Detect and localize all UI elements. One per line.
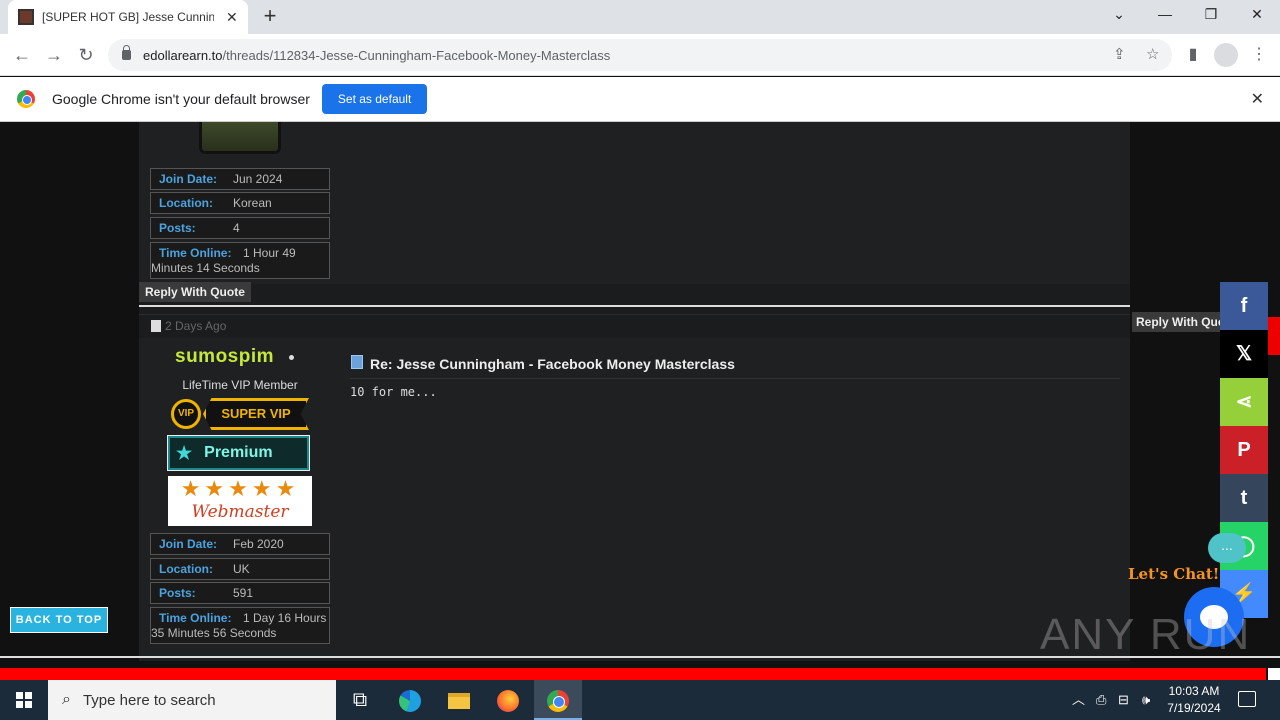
premium-badge: ★ Premium (167, 435, 310, 471)
tray-chevron-icon[interactable]: ︿ (1072, 680, 1085, 720)
post-title: Re: Jesse Cunningham - Facebook Money Ma… (370, 356, 735, 372)
scroll-indicator (1268, 317, 1280, 355)
join-date-field: Join Date: Jun 2024 (150, 168, 330, 190)
post-body: 10 for me... (350, 385, 437, 399)
facebook-icon[interactable]: f (1220, 282, 1268, 330)
set-as-default-button[interactable]: Set as default (321, 84, 428, 114)
premium-label: Premium (204, 444, 273, 461)
file-explorer-icon[interactable] (435, 680, 483, 720)
location-field: Location: UK (150, 558, 330, 580)
webmaster-badge: ★★★★★ Webmaster (168, 476, 312, 526)
red-banner (0, 668, 1266, 680)
search-icon: ⌕ (62, 691, 71, 708)
profile-avatar[interactable] (1214, 43, 1238, 67)
url-domain: edollarearn.to (143, 47, 223, 63)
windows-logo-icon (16, 692, 32, 708)
bookmark-star-icon[interactable]: ☆ (1146, 45, 1159, 63)
infobar-message: Google Chrome isn't your default browser (52, 91, 310, 107)
page-bottom (0, 661, 1280, 668)
posts-field: Posts: 4 (150, 217, 330, 239)
url-path: /threads/112834-Jesse-Cunningham-Faceboo… (222, 47, 611, 63)
posts-field: Posts: 591 (150, 582, 330, 604)
edge-icon[interactable] (386, 680, 434, 720)
pinterest-icon[interactable]: P (1220, 426, 1268, 474)
back-button[interactable]: ← (10, 43, 34, 67)
post-divider (139, 305, 1130, 307)
online-status-icon (289, 355, 294, 360)
join-date-field: Join Date: Feb 2020 (150, 533, 330, 555)
back-to-top-button[interactable]: BACK TO TOP (10, 607, 108, 633)
tab-title: [SUPER HOT GB] Jesse Cunningham - Facebo… (42, 10, 214, 24)
browser-tab[interactable]: [SUPER HOT GB] Jesse Cunningham - Facebo… (8, 0, 248, 34)
infobar-close-icon[interactable]: ✕ (1251, 89, 1264, 109)
reply-with-quote-button[interactable]: Reply With Quote (139, 282, 251, 302)
firefox-icon[interactable] (484, 680, 532, 720)
post-date: 2 Days Ago (165, 319, 227, 333)
taskbar-search-box[interactable]: ⌕ Type here to search (48, 680, 336, 720)
minimize-button[interactable]: — (1142, 0, 1188, 30)
start-button[interactable] (0, 680, 48, 720)
browser-toolbar: ← → ↻ edollarearn.to/threads/112834-Jess… (0, 34, 1280, 76)
red-banner-end (1268, 668, 1280, 680)
webmaster-label: Webmaster (191, 502, 289, 522)
anyrun-watermark: ANY RUN (1040, 610, 1252, 659)
post-header (139, 314, 1130, 336)
network-icon[interactable]: ⊟ (1118, 680, 1129, 720)
user-avatar[interactable] (199, 122, 281, 154)
super-vip-badge: VIP SUPER VIP (169, 396, 311, 432)
share-icon[interactable]: ⋖ (1220, 378, 1268, 426)
restore-button[interactable]: ❐ (1188, 0, 1234, 30)
default-browser-infobar: Google Chrome isn't your default browser… (0, 77, 1280, 122)
user-title: LifeTime VIP Member (182, 378, 298, 392)
lets-chat-label: Let's Chat! (1128, 565, 1220, 583)
tray-device-icon[interactable]: ⎙ (1096, 680, 1106, 720)
menu-kebab-icon[interactable]: ⋮ (1248, 44, 1270, 64)
site-favicon-icon (18, 9, 34, 25)
task-view-icon[interactable]: ⧉ (336, 680, 384, 720)
volume-icon[interactable]: 🕪 (1142, 680, 1150, 720)
window-close-button[interactable]: ✕ (1234, 0, 1280, 30)
search-placeholder: Type here to search (82, 691, 216, 709)
chrome-taskbar-icon[interactable] (534, 680, 582, 720)
post-title-document-icon (351, 355, 363, 369)
vip-ribbon: SUPER VIP (203, 398, 309, 430)
chat-typing-bubble[interactable]: ... (1208, 533, 1246, 563)
side-panel-icon[interactable]: ▮ (1182, 44, 1204, 64)
time-online-field: Time Online: 1 Day 16 Hours 35 Minutes 56… (150, 607, 330, 644)
tab-close-icon[interactable]: ✕ (226, 9, 238, 26)
post-previous: Join Date: Jun 2024 Location: Korean Posts… (139, 122, 1130, 284)
tumblr-icon[interactable]: t (1220, 474, 1268, 522)
forward-button[interactable]: → (42, 43, 66, 67)
rating-stars-icon: ★★★★★ (180, 476, 300, 501)
reply-with-quote-button[interactable]: Reply With Quote (1132, 312, 1220, 332)
address-bar[interactable]: edollarearn.to/threads/112834-Jesse-Cunn… (108, 39, 1172, 71)
clock-time: 10:03 AM (1168, 684, 1220, 698)
star-icon: ★ (176, 442, 193, 463)
x-icon[interactable]: 𝕏 (1220, 330, 1268, 378)
taskbar-clock[interactable]: 10:03 AM 7/19/2024 (1162, 683, 1226, 717)
forum-page: Join Date: Jun 2024 Location: Korean Posts… (0, 122, 1280, 661)
post-username[interactable]: sumospim (175, 346, 274, 368)
vip-circle: VIP (171, 399, 201, 429)
notification-icon[interactable] (1238, 691, 1256, 707)
location-field: Location: Korean (150, 192, 330, 214)
clock-date: 7/19/2024 (1167, 701, 1221, 715)
new-tab-button[interactable]: + (258, 4, 282, 28)
share-page-icon[interactable]: ⇪ (1113, 45, 1126, 63)
tab-search-chevron-icon[interactable]: ⌄ (1096, 0, 1142, 30)
lock-icon[interactable] (122, 45, 131, 60)
tab-strip: [SUPER HOT GB] Jesse Cunningham - Facebo… (0, 0, 1280, 34)
title-divider (350, 378, 1120, 379)
reload-button[interactable]: ↻ (74, 43, 98, 67)
chrome-logo-icon (17, 90, 35, 108)
time-online-field: Time Online: 1 Hour 49 Minutes 14 Seconds (150, 242, 330, 279)
thread-content: Join Date: Jun 2024 Location: Korean Posts… (139, 122, 1130, 661)
post-document-icon (151, 320, 161, 332)
windows-taskbar: ⌕ Type here to search ⧉ ︿ ⎙ ⊟ 🕪 10:03 AM… (0, 680, 1280, 720)
